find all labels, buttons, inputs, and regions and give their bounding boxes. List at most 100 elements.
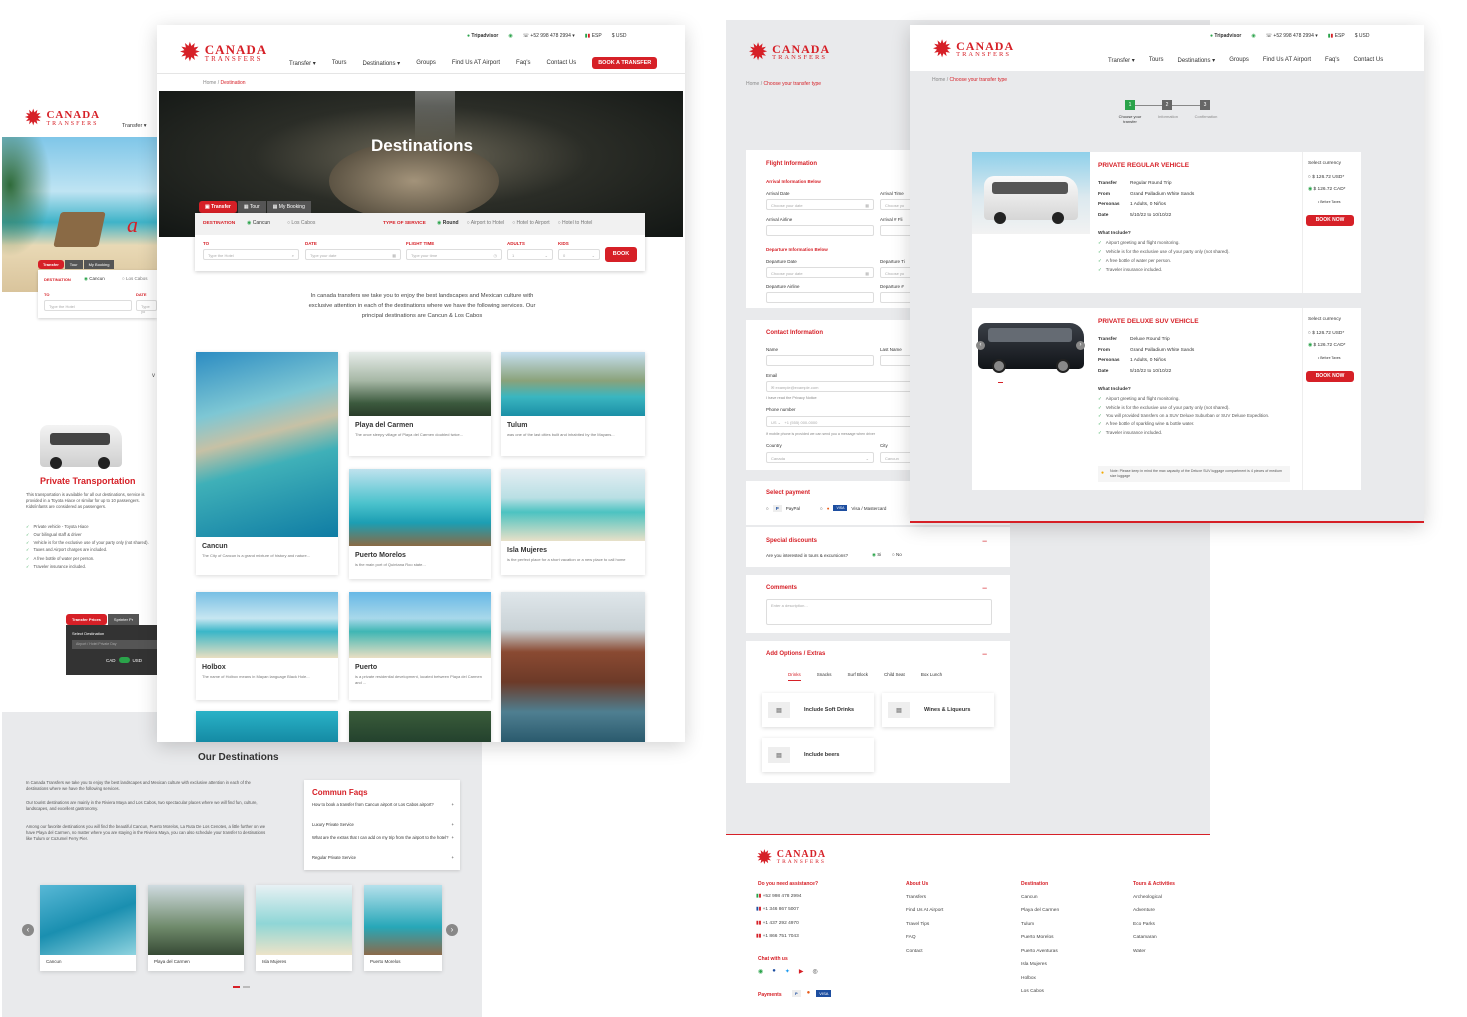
footer-link[interactable]: Playa del Carmen [1021,904,1059,917]
footer-link[interactable]: Travel Tips [906,918,943,931]
footer-link[interactable]: Los Cabos [1021,985,1059,998]
destination-card-jungle[interactable] [349,711,491,742]
nav-destinations[interactable]: Destinations ▾ [362,60,400,67]
nav-groups[interactable]: Groups [1229,57,1249,64]
tripadvisor-link[interactable]: ● Tripadvisor [1210,33,1241,39]
destination-card-puerto-morelos[interactable]: Puerto Morelos is the main port of Quint… [349,469,491,579]
extras-tab-child-seat[interactable]: Child Seat [884,672,905,681]
mobile-dest-cancun[interactable]: ◉ Cancun [84,276,105,282]
tab-transfer-prices[interactable]: Transfer Prices [66,614,107,625]
carousel-next-button[interactable]: › [446,924,458,936]
destination-card-holbox[interactable]: Holbox The name of Holbox means in Mayan… [196,592,338,700]
book-transfer-button[interactable]: BOOK A TRANSFER [592,57,658,69]
visa-option[interactable]: ○ ● VISA Visa / Mastercard [820,505,886,511]
tab-my-booking[interactable]: ▦ My Booking [266,201,311,213]
departure-date-input[interactable]: Choose your date ▦ [766,267,874,278]
nav-contact[interactable]: Contact Us [1354,57,1384,64]
footer-link[interactable]: Tulum [1021,918,1059,931]
service-airport-hotel[interactable]: ○ Airport to Hotel [467,220,505,226]
dot-active[interactable] [233,986,240,988]
discount-no[interactable]: ○ No [892,552,902,557]
currency-toggle[interactable]: CAD USD [106,657,142,663]
logo[interactable]: ✹ CANADA TRANSFERS [932,35,1014,64]
destination-card-playa[interactable]: Playa del Carmen The once sleepy village… [349,352,491,456]
logo[interactable]: ✹ CANADA TRANSFERS [179,37,267,68]
footer-link[interactable]: FAQ [906,931,943,944]
mobile-tab-booking[interactable]: My Booking [83,260,115,269]
tab-transfer[interactable]: ▣ Transfer [199,201,237,213]
language-select[interactable]: ▮▮ ESP [585,33,602,39]
destination-card-cenote[interactable] [196,711,338,742]
extra-wines[interactable]: ▤ Wines & Liqueurs [882,693,994,727]
faq-item[interactable]: How to book a transfer from Cancun airpo… [312,802,454,808]
collapse-extras-button[interactable]: − [982,649,987,659]
nav-destinations[interactable]: Destinations ▾ [1177,57,1215,64]
dot[interactable] [243,986,250,988]
destination-card-los-cabos[interactable] [501,592,645,742]
extras-tab-drinks[interactable]: Drinks [788,672,801,681]
extra-beers[interactable]: ▤ Include beers [762,738,874,772]
suv-dot[interactable] [998,382,1003,383]
mobile-logo[interactable]: ✹ CANADA TRANSFERS [24,105,100,131]
faq-item[interactable]: Luxury Private Service + [312,822,454,827]
destination-card-isla-mujeres[interactable]: Isla Mujeres is the perfect place for a … [501,469,645,575]
extras-tab-box-lunch[interactable]: Box Lunch [921,672,942,681]
carousel-card[interactable]: Puerto Morelos [364,885,442,971]
footer-link[interactable]: Contact [906,945,943,958]
comments-textarea[interactable]: Enter a description... [766,599,992,625]
name-input[interactable] [766,355,874,366]
twitter-icon[interactable]: ✦ [785,968,790,975]
phone-mx[interactable]: ▮▮ +52 998 478 2994 [756,890,801,903]
collapse-comments-button[interactable]: − [982,583,987,593]
phone-us[interactable]: ▮▮ +1 346 867 5007 [756,903,801,916]
nav-groups[interactable]: Groups [416,60,436,66]
country-select[interactable]: Canada ⌄ [766,452,874,463]
service-hotel-hotel[interactable]: ○ Hotel to Hotel [558,220,593,226]
mobile-tab-tour[interactable]: Tour [64,260,83,269]
phone-input[interactable]: US ⌄ +1 (555) 000-0000 [766,416,920,427]
instagram-icon[interactable]: ◎ [813,968,818,975]
destination-card-puerto[interactable]: Puerto is a private residential developm… [349,592,491,700]
currency-cad[interactable]: ◉ $ 126.72 CAD* [1308,187,1346,192]
whatsapp-icon[interactable]: ◉ [758,968,763,975]
arrival-airline-input[interactable] [766,225,874,236]
book-now-suv-button[interactable]: BOOK NOW [1306,371,1354,382]
whatsapp-icon[interactable]: ◉ [1251,33,1255,39]
faq-item[interactable]: Regular Private Service + [312,855,454,860]
currency-usd[interactable]: ○ $ 126.72 USD* [1308,331,1344,336]
extras-tab-snacks[interactable]: Snacks [817,672,832,681]
date-input[interactable]: Type your date ▦ [305,249,401,260]
footer-link[interactable]: Puerto Morelos [1021,931,1059,944]
dest-cancun-radio[interactable]: ◉ Cancun [247,220,270,226]
currency-select[interactable]: $ USD [1355,33,1370,39]
nav-find-us[interactable]: Find Us AT Airport [452,60,500,66]
tab-sprinter-prices[interactable]: Sprinter Pr [107,614,140,625]
extras-tab-surf[interactable]: Surf Block [848,672,869,681]
adults-select[interactable]: 1 ⌄ [507,249,553,260]
faq-item[interactable]: What are the extras that I can add on my… [312,835,454,841]
phone-ca2[interactable]: ▮▮ +1 866 751 7043 [756,930,801,943]
footer-link[interactable]: Transfers [906,891,943,904]
phone-ca[interactable]: ▮▮ +1 437 292 4970 [756,917,801,930]
extra-soft-drinks[interactable]: ▤ Include Soft Drinks [762,693,874,727]
youtube-icon[interactable]: ▶ [799,968,804,975]
arrival-date-input[interactable]: Choose your date ▦ [766,199,874,210]
privacy-link[interactable]: I have read the Privacy Notice [766,396,817,400]
nav-tours[interactable]: Tours [1149,57,1164,64]
nav-transfer[interactable]: Transfer ▾ [1108,57,1135,64]
suv-prev-button[interactable]: ‹ [976,341,985,350]
departure-airline-input[interactable] [766,292,874,303]
carousel-card[interactable]: Cancun [40,885,136,971]
facebook-icon[interactable]: ● [772,968,776,975]
nav-faqs[interactable]: Faq's [1325,57,1339,64]
to-input[interactable]: Type the Hotel ⌕ [203,249,299,260]
select-dest-input[interactable]: Airport / Hotel Private Day [72,640,157,649]
footer-link[interactable]: Puerto Aventuras [1021,945,1059,958]
phone-link[interactable]: ☏ +52 998 478 2994 ▾ [523,33,575,39]
nav-contact[interactable]: Contact Us [547,60,577,66]
tripadvisor-link[interactable]: ● Tripadvisor [467,33,498,39]
footer-link[interactable]: Cancun [1021,891,1059,904]
language-select[interactable]: ▮▮ ESP [1328,33,1345,39]
carousel-card[interactable]: Playa del Carmen [148,885,244,971]
mobile-tab-transfer[interactable]: Transfer [38,260,64,269]
